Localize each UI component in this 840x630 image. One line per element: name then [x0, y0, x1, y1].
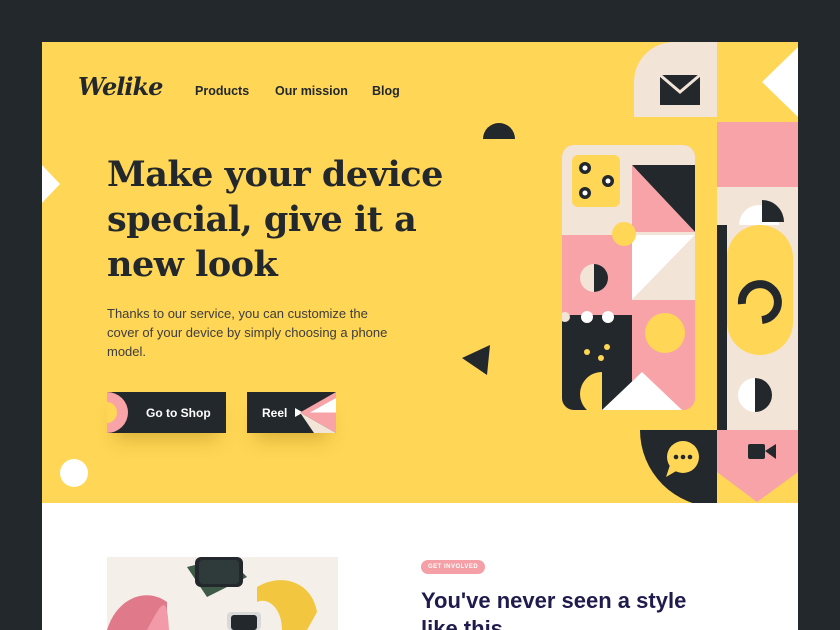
pink-semicircle-decoration	[107, 392, 128, 433]
nav-item-products[interactable]: Products	[195, 84, 249, 98]
mail-icon	[659, 73, 701, 105]
nav-item-our-mission[interactable]: Our mission	[275, 84, 348, 98]
brand-logo[interactable]: Welike	[78, 72, 163, 101]
reel-label: Reel	[262, 405, 288, 420]
section-title: You've never seen a style like this	[421, 588, 687, 630]
landing-page: Welike Products Our mission Blog Make yo…	[42, 42, 798, 630]
hero-headline: Make your device special, give it a new …	[107, 154, 443, 285]
watch-illustration	[107, 557, 317, 630]
watch-product-image	[107, 557, 338, 630]
reel-triangle-decoration	[300, 392, 336, 433]
go-to-shop-label: Go to Shop	[146, 405, 211, 420]
get-involved-badge: GET INVOLVED	[421, 560, 486, 574]
hero-description: Thanks to our service, you can customize…	[107, 306, 388, 359]
nav-item-blog[interactable]: Blog	[372, 84, 400, 98]
phone-case-illustration	[562, 145, 695, 410]
reel-button[interactable]: Reel	[247, 392, 336, 433]
go-to-shop-button[interactable]: Go to Shop	[107, 392, 226, 433]
hero-section: Welike Products Our mission Blog Make yo…	[42, 42, 798, 503]
